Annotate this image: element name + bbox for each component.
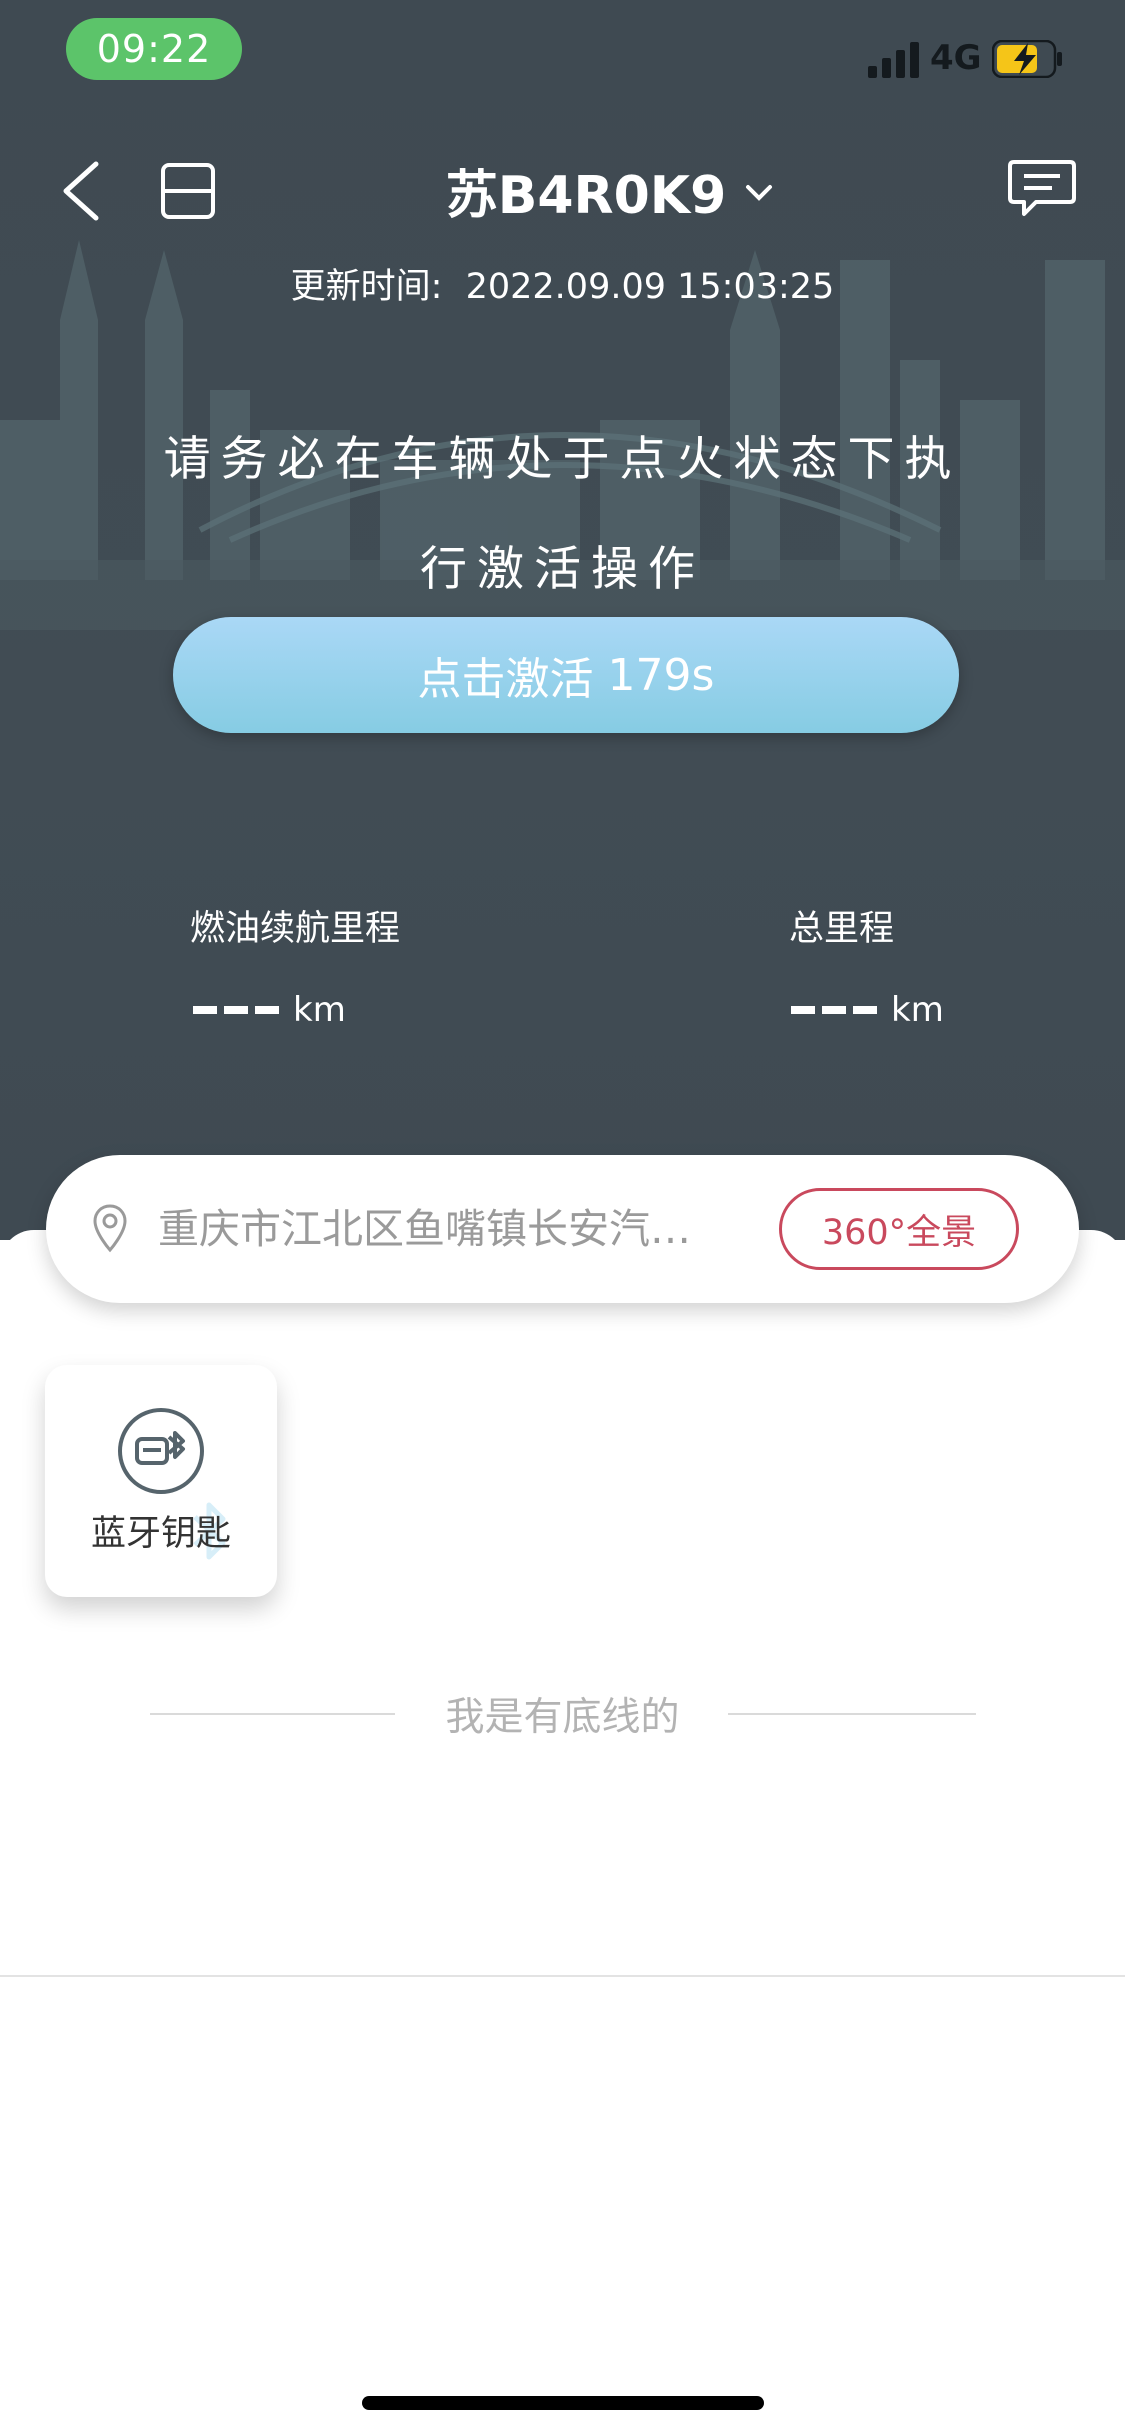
ignition-notice-line1: 请务必在车辆处于点火状态下执	[163, 432, 962, 487]
update-time-label: 更新时间:	[290, 267, 443, 307]
total-mileage-unit: km	[891, 990, 944, 1030]
location-card[interactable]: 重庆市江北区鱼嘴镇长安汽… 360°全景	[46, 1155, 1079, 1303]
update-time: 更新时间: 2022.09.09 15:03:25	[0, 258, 1125, 309]
chevron-down-icon	[746, 185, 773, 201]
fuel-range-unit: km	[293, 990, 346, 1030]
update-time-value: 2022.09.09 15:03:25	[465, 267, 835, 307]
message-icon[interactable]	[1008, 158, 1076, 220]
status-time: 09:22	[66, 18, 242, 80]
bluetooth-key-label: 蓝牙钥匙	[90, 1514, 231, 1554]
vehicle-selector[interactable]: 苏B4R0K9	[420, 150, 800, 230]
signal-icon	[868, 42, 919, 78]
total-mileage-label: 总里程	[789, 909, 895, 949]
activate-label: 点击激活	[417, 654, 594, 705]
activate-countdown: 179s	[607, 649, 715, 701]
bluetooth-key-card[interactable]: 蓝牙钥匙	[45, 1365, 277, 1597]
back-icon[interactable]	[58, 160, 104, 222]
ignition-notice: 请务必在车辆处于点火状态下执 行激活操作	[150, 405, 975, 625]
activate-button[interactable]: 点击激活 179s	[173, 617, 959, 733]
panorama-button[interactable]: 360°全景	[779, 1188, 1019, 1270]
plate-number: 苏B4R0K9	[445, 165, 727, 226]
network-type: 4G	[930, 38, 982, 78]
bluetooth-car-icon	[118, 1408, 204, 1494]
location-pin-icon	[93, 1204, 127, 1253]
divider-right	[728, 1713, 976, 1715]
fuel-range-value: km	[193, 990, 346, 1030]
switch-view-icon[interactable]	[160, 162, 216, 220]
total-mileage-value: km	[791, 990, 944, 1030]
divider-left	[150, 1713, 395, 1715]
content-sheet	[0, 1230, 1125, 1977]
home-indicator[interactable]	[362, 2396, 764, 2410]
ignition-notice-line2: 行激活操作	[420, 542, 705, 597]
battery-charging-icon	[992, 40, 1062, 78]
fuel-range-label: 燃油续航里程	[190, 909, 401, 949]
location-address: 重庆市江北区鱼嘴镇长安汽…	[158, 1205, 691, 1253]
end-of-list-text: 我是有底线的	[445, 1695, 680, 1740]
value-placeholder	[193, 1006, 279, 1014]
value-placeholder	[791, 1006, 877, 1014]
